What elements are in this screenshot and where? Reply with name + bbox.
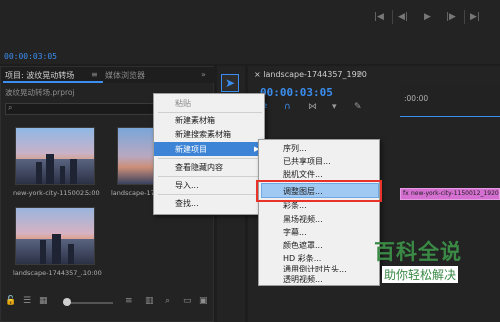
step-forward-icon[interactable]: |▶ — [446, 12, 456, 22]
menu-separator — [158, 194, 262, 195]
new-item-icon[interactable]: ▣ — [199, 296, 208, 306]
premiere-window: |◀ ◀| ▶ |▶ ▶| 00:00:03:05 项目: 波纹晃动转场 ≡ 媒… — [0, 0, 500, 322]
context-menu: 粘贴 新建素材箱 新建搜索素材箱 新建项目 ▶ 查看隐藏内容 导入... 查找.… — [153, 93, 265, 215]
menu-item-find[interactable]: 查找... — [154, 197, 264, 210]
menu-separator — [158, 176, 262, 177]
menu-separator — [158, 112, 262, 113]
sequence-menu-icon[interactable]: ≡ — [356, 69, 363, 78]
clip-label: new-york-city-1150012_1920.jpg — [411, 190, 499, 197]
tab-sequence[interactable]: × landscape-1744357_1920 — [254, 70, 367, 79]
menu-item-paste[interactable]: 粘贴 — [154, 96, 264, 110]
submenu-item-black-video[interactable]: 黑场视频... — [259, 213, 379, 225]
media-thumbnail[interactable] — [117, 127, 157, 185]
panel-tabs: 项目: 波纹晃动转场 ≡ 媒体浏览器 » — [1, 67, 215, 83]
tab-media-browser[interactable]: 媒体浏览器 — [105, 70, 145, 81]
divider — [392, 10, 393, 24]
menu-separator — [158, 158, 262, 159]
zoom-slider-knob[interactable] — [63, 298, 71, 306]
mark-in-icon[interactable]: |◀ — [374, 12, 384, 22]
clip-fx-badge: fx — [403, 190, 409, 197]
selection-tool-icon[interactable]: ➤ — [221, 74, 239, 92]
submenu-item-shared-project[interactable]: 已共享项目... — [259, 155, 379, 167]
snap-icon[interactable]: ∩ — [284, 102, 291, 112]
menu-item-new-item[interactable]: 新建项目 ▶ — [154, 142, 264, 156]
timeline-timecode[interactable]: 00:00:03:05 — [260, 86, 333, 99]
source-timecode: 00:00:03:05 — [4, 52, 57, 61]
automate-icon[interactable]: ▥ — [145, 296, 154, 306]
play-icon[interactable]: ▶ — [424, 12, 431, 22]
active-tab-indicator — [3, 81, 103, 83]
icon-view-icon[interactable]: ▦ — [39, 296, 48, 306]
menu-item-new-bin[interactable]: 新建素材箱 — [154, 114, 264, 127]
find-icon[interactable]: ⌕ — [165, 296, 170, 306]
submenu-item-sequence[interactable]: 序列... — [259, 142, 379, 154]
time-ruler[interactable]: :00:00 — [400, 86, 500, 116]
project-bottom-bar: 🔓 ☰ ▦ ≡ ▥ ⌕ ▭ ▣ — [1, 293, 213, 311]
work-area-bar — [400, 116, 500, 117]
more-panels-icon[interactable]: » — [201, 70, 206, 79]
sort-icon[interactable]: ≡ — [125, 296, 133, 306]
media-duration: 5:00 — [85, 189, 100, 197]
submenu-item-offline-file[interactable]: 脱机文件... — [259, 168, 379, 180]
timeline-clip[interactable]: fx new-york-city-1150012_1920.jpg — [400, 188, 500, 200]
add-marker-icon[interactable]: ▾ — [332, 102, 337, 112]
ruler-label: :00:00 — [404, 94, 429, 103]
new-bin-icon[interactable]: ▭ — [183, 296, 192, 306]
media-thumbnail[interactable] — [15, 127, 95, 185]
tab-project[interactable]: 项目: 波纹晃动转场 — [5, 70, 74, 81]
media-thumbnail[interactable] — [15, 207, 95, 265]
lock-icon[interactable]: 🔓 — [5, 296, 16, 306]
mark-out-icon[interactable]: ▶| — [470, 12, 480, 22]
menu-item-import[interactable]: 导入... — [154, 179, 264, 192]
tab-project-menu-icon[interactable]: ≡ — [91, 70, 98, 79]
media-label: landscape-1744357_... — [13, 269, 87, 277]
search-icon: ⌕ — [8, 103, 13, 112]
menu-item-view-hidden[interactable]: 查看隐藏内容 — [154, 161, 264, 174]
divider — [464, 10, 465, 24]
menu-item-new-search-bin[interactable]: 新建搜索素材箱 — [154, 128, 264, 141]
watermark-title: 百科全说 — [374, 240, 462, 264]
watermark-subtitle: 助你轻松解决 — [382, 266, 459, 283]
media-duration: 10:00 — [83, 269, 102, 277]
highlight-callout — [256, 180, 382, 202]
watermark: 百科全说 助你轻松解决 — [360, 230, 494, 314]
timeline-tools: ⇄ ∩ ⋈ ▾ ✎ — [260, 102, 380, 114]
linked-selection-icon[interactable]: ⋈ — [308, 102, 317, 112]
list-view-icon[interactable]: ☰ — [23, 296, 31, 306]
settings-wrench-icon[interactable]: ✎ — [354, 102, 362, 112]
media-label: new-york-city-115002... — [13, 189, 91, 197]
program-monitor-strip: |◀ ◀| ▶ |▶ ▶| 00:00:03:05 — [0, 0, 500, 64]
project-file-name: 波纹晃动转场.prproj — [5, 88, 75, 97]
step-back-icon[interactable]: ◀| — [398, 12, 408, 22]
